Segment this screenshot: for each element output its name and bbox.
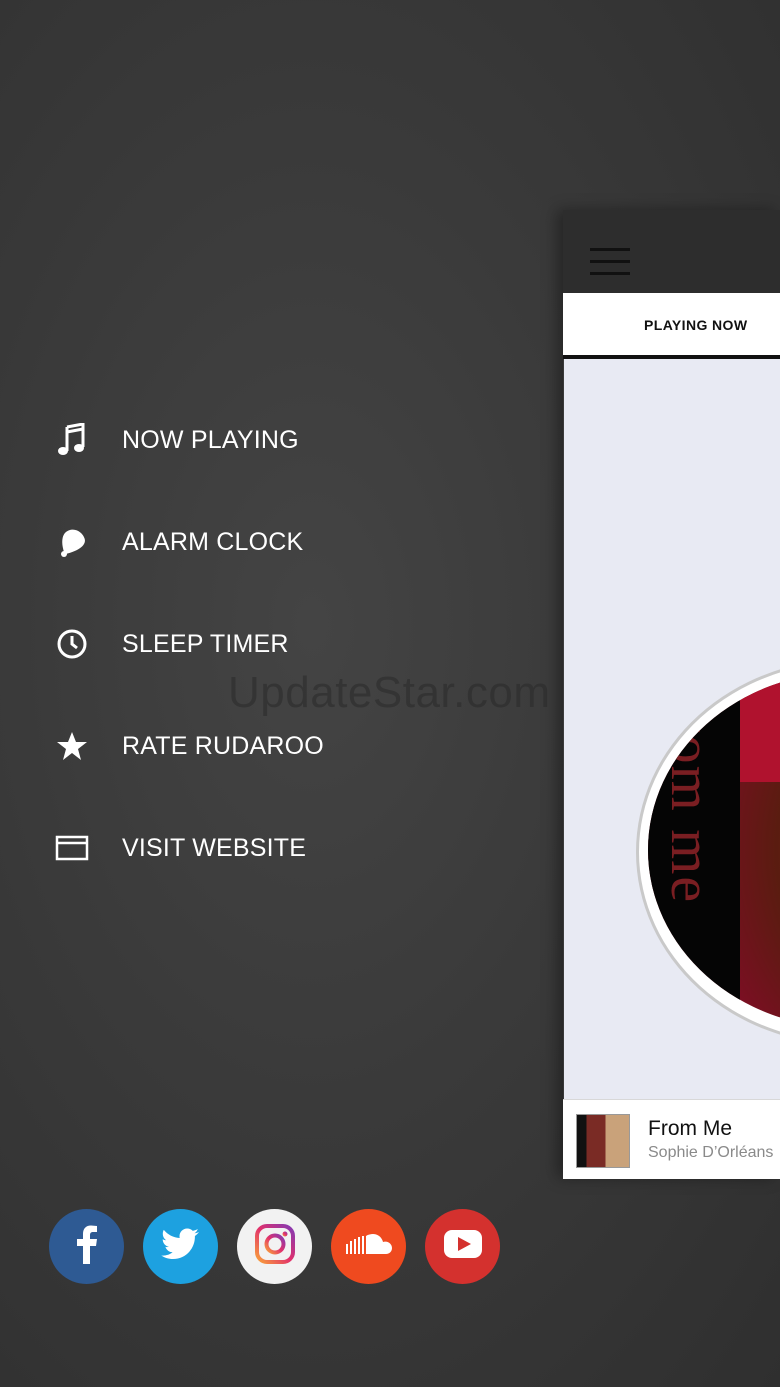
hamburger-menu-icon[interactable] <box>590 248 632 278</box>
instagram-button[interactable] <box>237 1209 312 1284</box>
app-header <box>563 210 780 293</box>
twitter-icon <box>160 1227 201 1266</box>
clock-icon <box>54 626 90 662</box>
youtube-button[interactable] <box>425 1209 500 1284</box>
music-note-icon <box>54 422 90 458</box>
menu-item-label: NOW PLAYING <box>122 425 299 454</box>
tab-bar: PLAYING NOW <box>563 293 780 359</box>
menu-item-label: RATE RUDAROO <box>122 731 324 760</box>
facebook-icon <box>72 1224 102 1269</box>
menu-item-label: VISIT WEBSITE <box>122 833 307 862</box>
menu-item-alarm-clock[interactable]: ALARM CLOCK <box>54 512 494 572</box>
tab-playing-now[interactable]: PLAYING NOW <box>644 317 747 333</box>
menu-item-sleep-timer[interactable]: SLEEP TIMER <box>54 614 494 674</box>
mini-player[interactable]: From Me Sophie D’Orléans <box>563 1099 780 1179</box>
album-thumbnail <box>576 1114 630 1168</box>
instagram-icon <box>254 1223 296 1270</box>
menu-item-now-playing[interactable]: NOW PLAYING <box>54 410 494 470</box>
bell-icon <box>54 524 90 560</box>
album-art: from me <box>648 672 780 1028</box>
facebook-button[interactable] <box>49 1209 124 1284</box>
track-artist: Sophie D’Orléans <box>648 1144 774 1161</box>
watermark: UpdateStar.com <box>228 668 551 717</box>
menu-item-rate[interactable]: RATE RUDAROO <box>54 716 494 776</box>
twitter-button[interactable] <box>143 1209 218 1284</box>
social-links <box>49 1209 500 1284</box>
menu-item-label: ALARM CLOCK <box>122 527 304 556</box>
main-panel-preview[interactable]: PLAYING NOW from me From Me Sophie D’Orl… <box>563 210 780 1179</box>
track-title: From Me <box>648 1117 732 1140</box>
browser-window-icon <box>54 830 90 866</box>
youtube-icon <box>443 1229 483 1264</box>
soundcloud-button[interactable] <box>331 1209 406 1284</box>
player-content: from me <box>564 359 780 1099</box>
star-icon <box>54 728 90 764</box>
menu-item-label: SLEEP TIMER <box>122 629 289 658</box>
soundcloud-icon <box>345 1232 393 1261</box>
menu-item-visit-website[interactable]: VISIT WEBSITE <box>54 818 494 878</box>
